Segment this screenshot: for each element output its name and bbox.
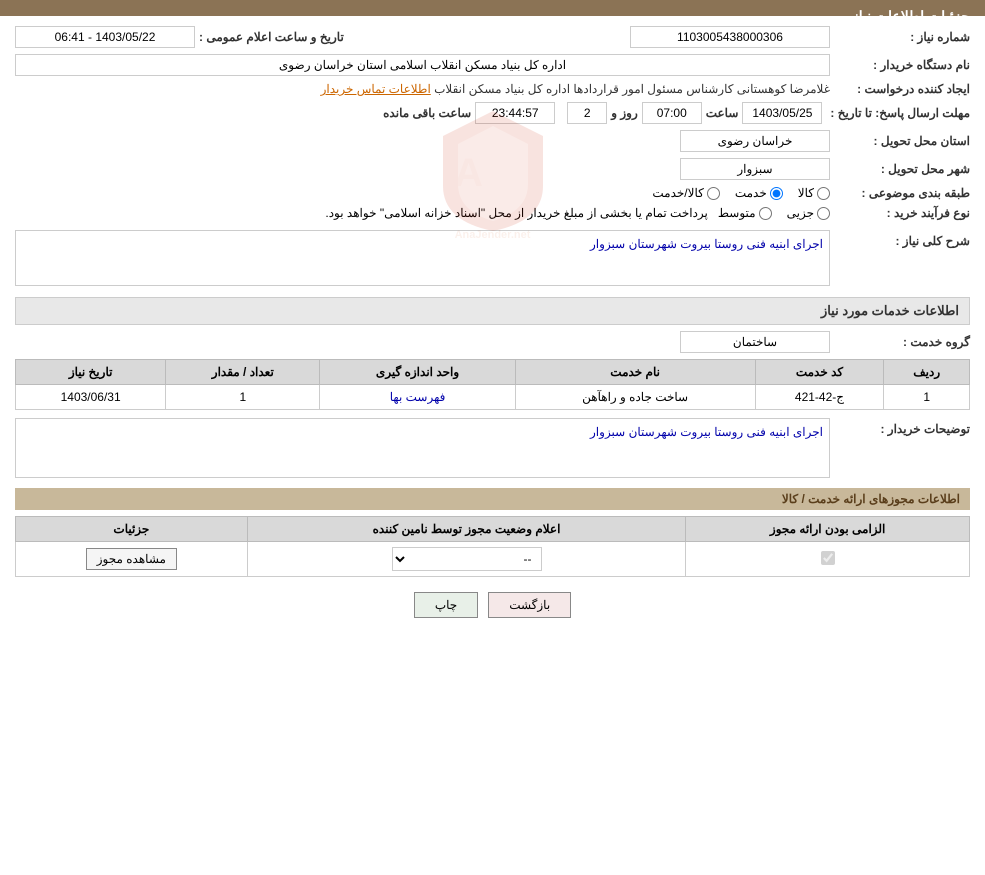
baqi-label: ساعت باقی مانده	[383, 106, 471, 120]
rooz-label: روز و	[611, 106, 638, 120]
shomara-value: 1103005438000306	[630, 26, 830, 48]
print-button[interactable]: چاپ	[414, 592, 478, 618]
permit-joziyat-cell: مشاهده مجوز	[16, 542, 248, 577]
farayand-label: نوع فرآیند خرید :	[830, 206, 970, 220]
cell-name: ساخت جاده و راهآهن	[515, 385, 755, 410]
view-permit-button[interactable]: مشاهده مجوز	[86, 548, 177, 570]
saat-value: 07:00	[642, 102, 702, 124]
page-wrapper: جزئیات اطلاعات نیاز A AnaJender.net شمار…	[0, 0, 985, 875]
ostan-label: استان محل تحویل :	[830, 134, 970, 148]
permit-elam-cell: --	[247, 542, 686, 577]
shomara-row: شماره نیاز : 1103005438000306 تاریخ و سا…	[15, 26, 970, 48]
services-table: ردیف کد خدمت نام خدمت واحد اندازه گیری ت…	[15, 359, 970, 410]
gorooh-value: ساختمان	[680, 331, 830, 353]
col-tarikh: تاریخ نیاز	[16, 360, 166, 385]
baqi-value: 23:44:57	[475, 102, 555, 124]
radio-jazii-label: جزیی	[787, 206, 814, 220]
rooz-value: 2	[567, 102, 607, 124]
col-tedad: تعداد / مقدار	[166, 360, 320, 385]
permit-elzami-cell	[686, 542, 970, 577]
tarikh-label: تاریخ و ساعت اعلام عمومی :	[199, 30, 344, 44]
ijad-konande-link[interactable]: اطلاعات تماس خریدار	[321, 82, 431, 96]
shahr-row: شهر محل تحویل : سبزوار	[15, 158, 970, 180]
back-button[interactable]: بازگشت	[488, 592, 571, 618]
radio-khadamat-label: خدمت	[735, 186, 767, 200]
ijad-konande-label: ایجاد کننده درخواست :	[830, 82, 970, 96]
col-joziyat: جزئیات	[16, 517, 248, 542]
nam-dastgah-label: نام دستگاه خریدار :	[830, 58, 970, 72]
radio-kala-khadamat-item[interactable]: کالا/خدمت	[652, 186, 719, 200]
col-name: نام خدمت	[515, 360, 755, 385]
radio-kala-item[interactable]: کالا	[798, 186, 830, 200]
radio-motavasset-label: متوسط	[718, 206, 756, 220]
ostan-row: استان محل تحویل : خراسان رضوی	[15, 130, 970, 152]
mohlat-row: مهلت ارسال پاسخ: تا تاریخ : 1403/05/25 س…	[15, 102, 970, 124]
sharh-section: شرح کلی نیاز :	[15, 230, 970, 289]
col-elzami: الزامی بودن ارائه مجوز	[686, 517, 970, 542]
cell-vahed[interactable]: فهرست بها	[320, 385, 515, 410]
radio-motavasset-item[interactable]: متوسط	[718, 206, 772, 220]
radio-kala-label: کالا	[798, 186, 814, 200]
date-value: 1403/05/25	[742, 102, 822, 124]
col-elam: اعلام وضعیت مجوز توسط نامین کننده	[247, 517, 686, 542]
shahr-label: شهر محل تحویل :	[830, 162, 970, 176]
shomara-label: شماره نیاز :	[830, 30, 970, 44]
nam-dastgah-value: اداره کل بنیاد مسکن انقلاب اسلامی استان …	[15, 54, 830, 76]
main-content: A AnaJender.net شماره نیاز : 11030054380…	[0, 16, 985, 643]
ijad-konande-row: ایجاد کننده درخواست : غلامرضا کوهستانی ک…	[15, 82, 970, 96]
permit-elam-select[interactable]: --	[392, 547, 542, 571]
khadamat-section-title: اطلاعات خدمات مورد نیاز	[15, 297, 970, 325]
radio-khadamat-item[interactable]: خدمت	[735, 186, 783, 200]
tosihaat-section: توضیحات خریدار : اجرای ابنیه فنی روستا ب…	[15, 418, 970, 478]
mohlat-label: مهلت ارسال پاسخ: تا تاریخ :	[822, 106, 970, 120]
tabaqe-row: طبقه بندی موضوعی : کالا خدمت کالا/خدمت	[15, 186, 970, 200]
cell-tarikh: 1403/06/31	[16, 385, 166, 410]
radio-kala-input[interactable]	[817, 187, 830, 200]
radio-motavasset-input[interactable]	[759, 207, 772, 220]
tabaqe-label: طبقه بندی موضوعی :	[830, 186, 970, 200]
cell-code: ج-42-421	[755, 385, 884, 410]
col-vahed: واحد اندازه گیری	[320, 360, 515, 385]
shahr-value: سبزوار	[680, 158, 830, 180]
elzami-checkbox	[821, 551, 835, 565]
gorooh-row: گروه خدمت : ساختمان	[15, 331, 970, 353]
tarikh-value: 1403/05/22 - 06:41	[15, 26, 195, 48]
farayand-radio-group: جزیی متوسط	[718, 206, 830, 220]
tabaqe-radio-group: کالا خدمت کالا/خدمت	[652, 186, 830, 200]
header-bar: جزئیات اطلاعات نیاز	[0, 0, 985, 16]
farayand-text: پرداخت تمام یا بخشی از مبلغ خریدار از مح…	[325, 206, 708, 220]
radio-jazii-item[interactable]: جزیی	[787, 206, 830, 220]
col-radif: ردیف	[884, 360, 970, 385]
radio-kala-khadamat-label: کالا/خدمت	[652, 186, 703, 200]
cell-radif: 1	[884, 385, 970, 410]
saat-label: ساعت	[706, 106, 739, 120]
button-row: بازگشت چاپ	[15, 592, 970, 633]
cell-tedad: 1	[166, 385, 320, 410]
table-row: 1 ج-42-421 ساخت جاده و راهآهن فهرست بها …	[16, 385, 970, 410]
radio-khadamat-input[interactable]	[770, 187, 783, 200]
radio-kala-khadamat-input[interactable]	[707, 187, 720, 200]
col-code: کد خدمت	[755, 360, 884, 385]
ostan-value: خراسان رضوی	[680, 130, 830, 152]
sharh-label: شرح کلی نیاز :	[830, 230, 970, 248]
tosihaat-label: توضیحات خریدار :	[830, 418, 970, 436]
ijad-konande-name: غلامرضا کوهستانی کارشناس مسئول امور قرار…	[434, 82, 830, 96]
mojavez-divider: اطلاعات مجوزهای ارائه خدمت / کالا	[15, 488, 970, 510]
permits-table: الزامی بودن ارائه مجوز اعلام وضعیت مجوز …	[15, 516, 970, 577]
farayand-row: نوع فرآیند خرید : جزیی متوسط پرداخت تمام…	[15, 206, 970, 220]
tosihaat-value: اجرای ابنیه فنی روستا بیروت شهرستان سبزو…	[15, 418, 830, 478]
permit-row: -- مشاهده مجوز	[16, 542, 970, 577]
radio-jazii-input[interactable]	[817, 207, 830, 220]
nam-dastgah-row: نام دستگاه خریدار : اداره کل بنیاد مسکن …	[15, 54, 970, 76]
gorooh-label: گروه خدمت :	[830, 335, 970, 349]
sharh-textarea[interactable]	[15, 230, 830, 286]
